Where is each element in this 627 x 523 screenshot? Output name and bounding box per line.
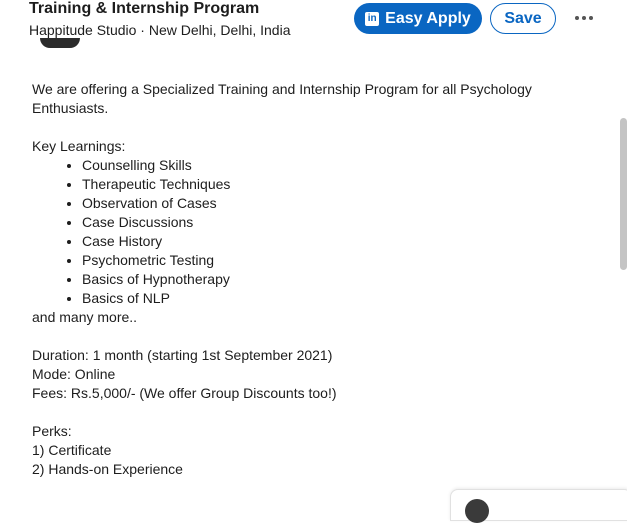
ellipsis-icon (575, 16, 593, 20)
job-header: Training & Internship Program Happitude … (0, 0, 627, 48)
list-item: Basics of NLP (82, 289, 572, 308)
messaging-panel[interactable] (450, 489, 627, 523)
more-options-button[interactable] (570, 6, 598, 30)
list-item: Psychometric Testing (82, 251, 572, 270)
fees-text: Fees: Rs.5,000/- (We offer Group Discoun… (32, 385, 337, 401)
duration-text: Duration: 1 month (starting 1st Septembe… (32, 347, 333, 363)
job-title[interactable]: Training & Internship Program (29, 0, 259, 18)
mode-text: Mode: Online (32, 366, 116, 382)
key-learnings-heading: Key Learnings: (32, 138, 126, 154)
job-company-location: Happitude Studio · New Delhi, Delhi, Ind… (29, 22, 291, 38)
list-item: Case Discussions (82, 213, 572, 232)
more-text: and many more.. (32, 309, 138, 325)
save-button[interactable]: Save (490, 3, 556, 34)
key-learnings-list: Counselling Skills Therapeutic Technique… (32, 156, 572, 308)
intro-text: We are offering a Specialized Training a… (32, 81, 532, 116)
list-item: Basics of Hypnotherapy (82, 270, 572, 289)
list-item: Counselling Skills (82, 156, 572, 175)
perk-item: 2) Hands-on Experience (32, 461, 183, 477)
save-label: Save (504, 9, 542, 27)
easy-apply-button[interactable]: in Easy Apply (354, 3, 482, 34)
company-logo (40, 38, 80, 48)
job-description: We are offering a Specialized Training a… (32, 80, 572, 479)
perks-heading: Perks: (32, 423, 72, 439)
avatar (465, 499, 489, 523)
list-item: Therapeutic Techniques (82, 175, 572, 194)
perk-item: 1) Certificate (32, 442, 112, 458)
easy-apply-label: Easy Apply (385, 9, 471, 27)
list-item: Observation of Cases (82, 194, 572, 213)
scrollbar-thumb[interactable] (620, 118, 627, 270)
list-item: Case History (82, 232, 572, 251)
linkedin-icon: in (365, 11, 380, 26)
